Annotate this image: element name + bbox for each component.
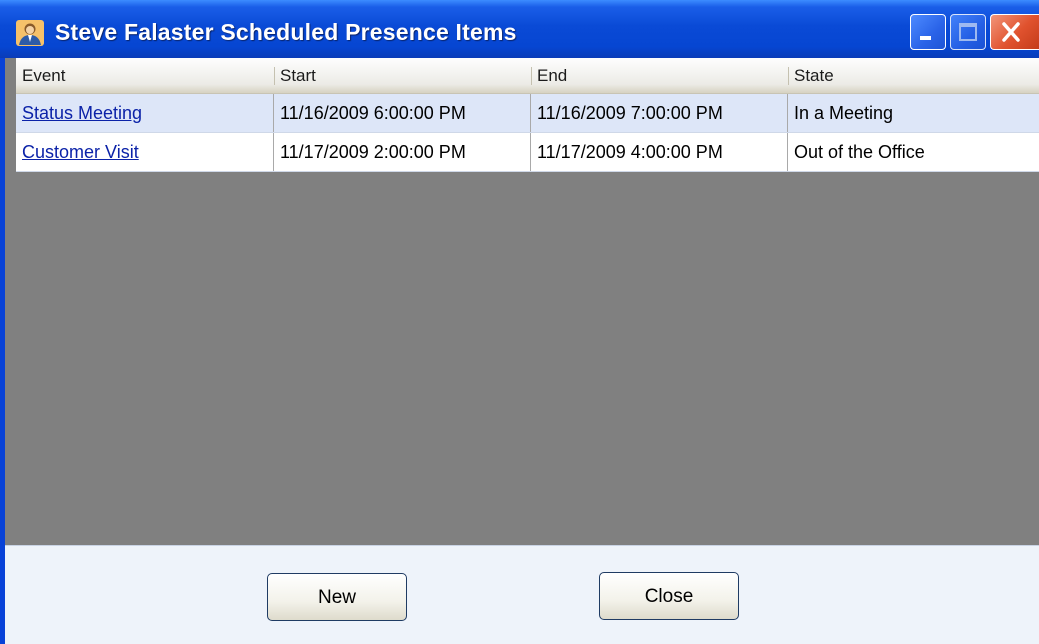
- minimize-button[interactable]: [910, 14, 946, 50]
- event-link[interactable]: Status Meeting: [16, 94, 274, 132]
- close-window-button[interactable]: [990, 14, 1039, 50]
- minimize-icon: [920, 36, 931, 40]
- close-icon: [1002, 22, 1020, 42]
- column-header-event[interactable]: Event: [16, 58, 274, 93]
- new-button[interactable]: New: [267, 573, 407, 621]
- maximize-button[interactable]: [950, 14, 986, 50]
- table-header: Event Start End State: [16, 58, 1039, 94]
- end-cell: 11/17/2009 4:00:00 PM: [531, 133, 788, 171]
- start-cell: 11/16/2009 6:00:00 PM: [274, 94, 531, 132]
- presence-items-table: Event Start End State Status Meeting 11/…: [16, 58, 1039, 172]
- user-icon: [16, 20, 44, 46]
- presence-items-window: Steve Falaster Scheduled Presence Items …: [0, 0, 1039, 644]
- client-area: Event Start End State Status Meeting 11/…: [5, 58, 1039, 644]
- window-title: Steve Falaster Scheduled Presence Items: [55, 19, 517, 45]
- table-row[interactable]: Status Meeting 11/16/2009 6:00:00 PM 11/…: [16, 94, 1039, 133]
- end-cell: 11/16/2009 7:00:00 PM: [531, 94, 788, 132]
- column-header-start[interactable]: Start: [274, 58, 531, 93]
- start-cell: 11/17/2009 2:00:00 PM: [274, 133, 531, 171]
- close-button[interactable]: Close: [599, 572, 739, 620]
- title-bar[interactable]: Steve Falaster Scheduled Presence Items: [0, 0, 1039, 58]
- button-bar: New Close: [5, 545, 1039, 644]
- table-row[interactable]: Customer Visit 11/17/2009 2:00:00 PM 11/…: [16, 133, 1039, 172]
- state-cell: Out of the Office: [794, 142, 925, 162]
- maximize-icon: [959, 23, 977, 41]
- column-header-state[interactable]: State: [788, 58, 1039, 93]
- event-link[interactable]: Customer Visit: [16, 133, 274, 171]
- column-header-end[interactable]: End: [531, 58, 788, 93]
- state-cell: In a Meeting: [794, 103, 894, 123]
